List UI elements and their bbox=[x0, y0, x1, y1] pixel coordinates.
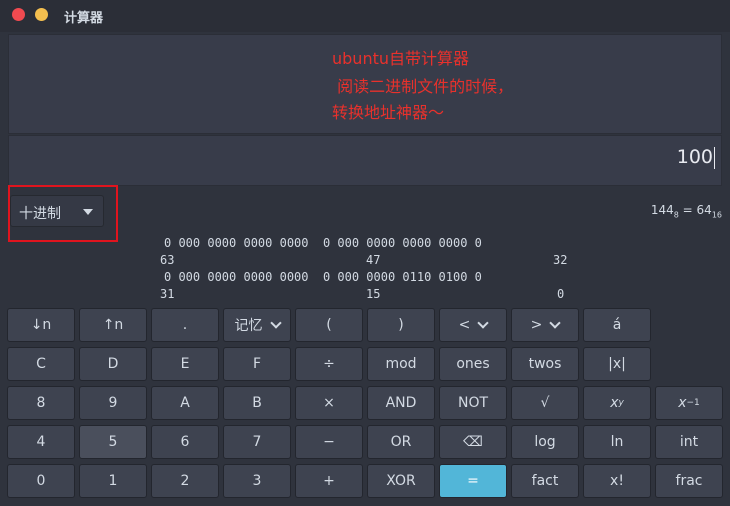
close-button[interactable] bbox=[12, 8, 25, 21]
digit-a-button[interactable]: A bbox=[151, 386, 219, 420]
title-bar: 计算器 bbox=[0, 0, 730, 32]
annotation-line-3: 转换地址神器～ bbox=[332, 103, 445, 122]
digit-b-button[interactable]: B bbox=[223, 386, 291, 420]
minimize-button[interactable] bbox=[35, 8, 48, 21]
factor-button[interactable]: fact bbox=[511, 464, 579, 498]
digit-4-button[interactable]: 4 bbox=[7, 425, 75, 459]
digit-9-button[interactable]: 9 bbox=[79, 386, 147, 420]
shift-right-menu-button[interactable]: > bbox=[511, 308, 579, 342]
equals-button[interactable]: = bbox=[439, 464, 507, 498]
digit-1-button[interactable]: 1 bbox=[79, 464, 147, 498]
bit-row-low[interactable]: 0 000 0000 0000 0000 0 000 0000 0110 010… bbox=[164, 270, 482, 284]
bit-index-47: 47 bbox=[366, 253, 381, 267]
annotation-line-2: 阅读二进制文件的时候， bbox=[332, 77, 514, 96]
decimal-point-button[interactable]: . bbox=[151, 308, 219, 342]
digit-f-button[interactable]: F bbox=[223, 347, 291, 381]
annotation-line-1: ubuntu自带计算器 bbox=[332, 49, 469, 68]
digit-e-button[interactable]: E bbox=[151, 347, 219, 381]
twos-complement-button[interactable]: twos bbox=[511, 347, 579, 381]
backspace-icon: ⌫ bbox=[463, 434, 483, 450]
bit-index-0: 0 bbox=[557, 287, 565, 301]
shift-right-button[interactable]: ↓n bbox=[7, 308, 75, 342]
history-panel: ubuntu自带计算器 阅读二进制文件的时候， 转换地址神器～ bbox=[8, 34, 722, 134]
or-button[interactable]: OR bbox=[367, 425, 435, 459]
open-paren-button[interactable]: ( bbox=[295, 308, 363, 342]
digit-5-button[interactable]: 5 bbox=[79, 425, 147, 459]
bit-index-15: 15 bbox=[366, 287, 381, 301]
bit-index-63: 63 bbox=[160, 253, 175, 267]
window-title: 计算器 bbox=[64, 11, 104, 26]
fraction-button[interactable]: frac bbox=[655, 464, 723, 498]
shift-left-button[interactable]: ↑n bbox=[79, 308, 147, 342]
digit-c-button[interactable]: C bbox=[7, 347, 75, 381]
ones-complement-button[interactable]: ones bbox=[439, 347, 507, 381]
factorial-button[interactable]: x! bbox=[583, 464, 651, 498]
text-caret bbox=[714, 146, 715, 169]
bit-index-32: 32 bbox=[553, 253, 568, 267]
divide-button[interactable]: ÷ bbox=[295, 347, 363, 381]
absolute-value-button[interactable]: |x| bbox=[583, 347, 651, 381]
digit-6-button[interactable]: 6 bbox=[151, 425, 219, 459]
inverse-button[interactable]: x −1 bbox=[655, 386, 723, 420]
subtract-button[interactable]: − bbox=[295, 425, 363, 459]
multiply-button[interactable]: × bbox=[295, 386, 363, 420]
bit-index-31: 31 bbox=[160, 287, 175, 301]
memory-button[interactable]: 记忆 bbox=[223, 308, 291, 342]
chevron-down-icon bbox=[269, 317, 282, 329]
mod-button[interactable]: mod bbox=[367, 347, 435, 381]
chevron-down-icon bbox=[477, 317, 490, 329]
base-conversion-readout: 1448 = 6416 bbox=[650, 203, 722, 220]
backspace-button[interactable]: ⌫ bbox=[439, 425, 507, 459]
character-code-button[interactable]: á bbox=[583, 308, 651, 342]
bit-row-high[interactable]: 0 000 0000 0000 0000 0 000 0000 0000 000… bbox=[164, 236, 482, 250]
square-root-button[interactable]: √ bbox=[511, 386, 579, 420]
digit-8-button[interactable]: 8 bbox=[7, 386, 75, 420]
not-button[interactable]: NOT bbox=[439, 386, 507, 420]
highlight-box bbox=[8, 185, 118, 242]
chevron-down-icon bbox=[549, 317, 562, 329]
log-button[interactable]: log bbox=[511, 425, 579, 459]
add-button[interactable]: + bbox=[295, 464, 363, 498]
digit-2-button[interactable]: 2 bbox=[151, 464, 219, 498]
ln-button[interactable]: ln bbox=[583, 425, 651, 459]
calculator-window: 计算器 ubuntu自带计算器 阅读二进制文件的时候， 转换地址神器～ 100 … bbox=[0, 0, 730, 506]
calculator-display[interactable]: 100 bbox=[8, 135, 722, 186]
digit-7-button[interactable]: 7 bbox=[223, 425, 291, 459]
digit-0-button[interactable]: 0 bbox=[7, 464, 75, 498]
close-paren-button[interactable]: ) bbox=[367, 308, 435, 342]
and-button[interactable]: AND bbox=[367, 386, 435, 420]
display-value: 100 bbox=[676, 146, 715, 169]
digit-3-button[interactable]: 3 bbox=[223, 464, 291, 498]
digit-d-button[interactable]: D bbox=[79, 347, 147, 381]
shift-left-menu-button[interactable]: < bbox=[439, 308, 507, 342]
xor-button[interactable]: XOR bbox=[367, 464, 435, 498]
power-button[interactable]: xy bbox=[583, 386, 651, 420]
int-button[interactable]: int bbox=[655, 425, 723, 459]
